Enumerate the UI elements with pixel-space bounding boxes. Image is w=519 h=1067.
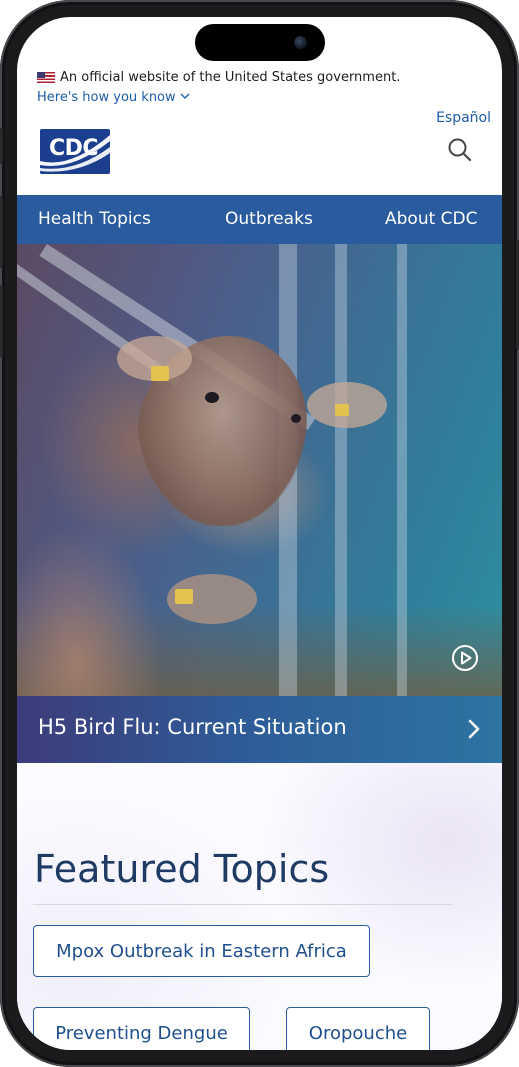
hero-image[interactable] bbox=[17, 244, 502, 696]
volume-up-button bbox=[0, 196, 3, 268]
featured-topics-heading: Featured Topics bbox=[34, 847, 330, 891]
featured-section: Featured Topics Mpox Outbreak in Eastern… bbox=[17, 763, 502, 1050]
search-button[interactable] bbox=[445, 135, 475, 165]
hero-title: H5 Bird Flu: Current Situation bbox=[38, 715, 347, 739]
mute-switch bbox=[0, 128, 3, 164]
play-circle-icon bbox=[452, 645, 478, 671]
chevron-right-icon bbox=[466, 718, 482, 740]
chevron-down-icon bbox=[180, 92, 190, 103]
phone-frame: An official website of the United States… bbox=[0, 0, 519, 1067]
ear-tag bbox=[335, 404, 349, 416]
hero-caption-link[interactable]: H5 Bird Flu: Current Situation bbox=[17, 696, 502, 763]
screen: An official website of the United States… bbox=[17, 17, 502, 1050]
ear-tag bbox=[151, 366, 169, 381]
main-nav: Health Topics Outbreaks About CDC bbox=[17, 195, 502, 244]
gov-banner: An official website of the United States… bbox=[37, 68, 492, 106]
camera-icon bbox=[294, 36, 307, 49]
topic-button-dengue[interactable]: Preventing Dengue bbox=[33, 1007, 250, 1050]
play-button[interactable] bbox=[451, 644, 479, 672]
cow-eye bbox=[205, 392, 219, 403]
how-you-know-link[interactable]: Here's how you know bbox=[37, 88, 190, 106]
espanol-link[interactable]: Español bbox=[436, 110, 491, 126]
volume-down-button bbox=[0, 285, 3, 357]
us-flag-icon bbox=[37, 71, 55, 83]
nav-item-health-topics[interactable]: Health Topics bbox=[38, 209, 151, 229]
stall-post bbox=[335, 244, 347, 696]
topic-button-mpox[interactable]: Mpox Outbreak in Eastern Africa bbox=[33, 925, 370, 977]
divider bbox=[33, 904, 453, 905]
stall-post bbox=[397, 244, 407, 696]
nav-item-about-cdc[interactable]: About CDC bbox=[385, 209, 478, 229]
cdc-logo[interactable]: CDC bbox=[40, 129, 110, 174]
cow-eye bbox=[291, 414, 301, 423]
search-icon bbox=[448, 138, 472, 162]
official-website-text: An official website of the United States… bbox=[60, 69, 401, 85]
dynamic-island bbox=[195, 24, 325, 61]
nav-item-outbreaks[interactable]: Outbreaks bbox=[225, 209, 313, 229]
topic-button-oropouche[interactable]: Oropouche bbox=[286, 1007, 430, 1050]
ear-tag bbox=[175, 589, 193, 604]
logo-text: CDC bbox=[49, 136, 99, 161]
how-you-know-label: Here's how you know bbox=[37, 89, 176, 105]
